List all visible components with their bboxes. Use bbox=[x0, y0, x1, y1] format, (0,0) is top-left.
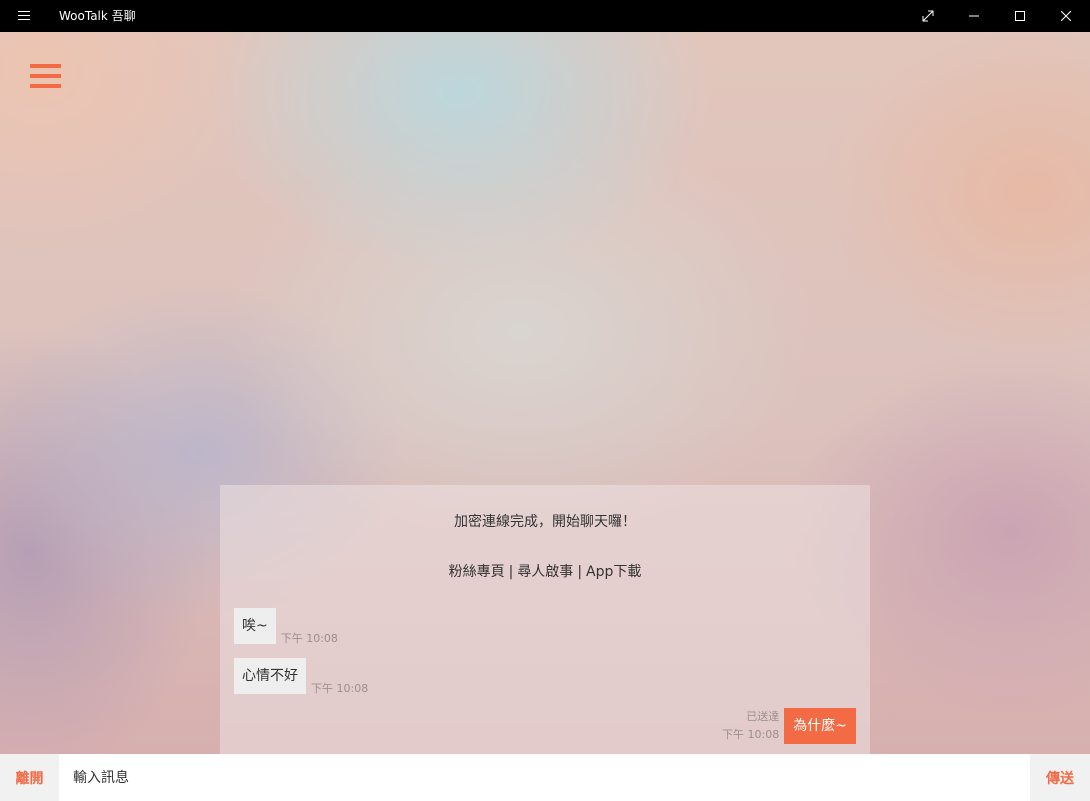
message-row: 唉~ 下午 10:08 bbox=[234, 608, 338, 645]
message-meta: 已送達 下午 10:08 bbox=[722, 708, 779, 744]
message-input[interactable] bbox=[59, 754, 1030, 801]
message-row: 已送達 下午 10:08 為什麼~ bbox=[722, 708, 856, 744]
link-separator: | bbox=[508, 564, 514, 580]
incoming-message-bubble: 心情不好 bbox=[234, 658, 306, 694]
fullscreen-button[interactable] bbox=[905, 0, 951, 32]
message-time: 下午 10:08 bbox=[311, 682, 369, 695]
chat-panel: 加密連線完成，開始聊天囉！ 粉絲專頁 | 尋人啟事 | App下載 唉~ 下午 10:0… bbox=[220, 485, 870, 755]
message-time: 下午 10:08 bbox=[722, 728, 780, 741]
incoming-message-bubble: 唉~ bbox=[234, 608, 276, 644]
fan-page-link[interactable]: 粉絲專頁 bbox=[449, 564, 505, 580]
missing-person-link[interactable]: 尋人啟事 bbox=[517, 564, 573, 580]
close-icon bbox=[1061, 11, 1071, 21]
minimize-button[interactable] bbox=[951, 0, 997, 32]
menu-icon[interactable] bbox=[30, 64, 62, 90]
maximize-button[interactable] bbox=[997, 0, 1043, 32]
app-window: WooTalk 吾聊 加密連線完成，開始聊天囉！ 粉絲專頁 | 尋人啟事 | A… bbox=[0, 0, 1090, 801]
send-button[interactable]: 傳送 bbox=[1030, 754, 1090, 801]
fullscreen-icon bbox=[922, 10, 934, 22]
leave-button[interactable]: 離開 bbox=[0, 754, 59, 801]
hamburger-icon[interactable] bbox=[16, 9, 32, 23]
message-input-bar: 離開 傳送 bbox=[0, 754, 1090, 801]
outgoing-message-bubble: 為什麼~ bbox=[784, 708, 856, 744]
system-message: 加密連線完成，開始聊天囉！ bbox=[454, 514, 636, 530]
app-download-link[interactable]: App下載 bbox=[586, 564, 641, 580]
message-time: 下午 10:08 bbox=[280, 632, 338, 645]
title-bar: WooTalk 吾聊 bbox=[0, 0, 1090, 32]
message-row: 心情不好 下午 10:08 bbox=[234, 658, 369, 695]
maximize-icon bbox=[1015, 11, 1025, 21]
link-separator: | bbox=[577, 564, 583, 580]
window-title: WooTalk 吾聊 bbox=[59, 9, 136, 23]
links-row: 粉絲專頁 | 尋人啟事 | App下載 bbox=[220, 561, 870, 581]
delivery-status: 已送達 bbox=[746, 710, 780, 723]
minimize-icon bbox=[969, 15, 979, 17]
close-button[interactable] bbox=[1043, 0, 1089, 32]
chat-background: 加密連線完成，開始聊天囉！ 粉絲專頁 | 尋人啟事 | App下載 唉~ 下午 10:0… bbox=[0, 32, 1090, 801]
